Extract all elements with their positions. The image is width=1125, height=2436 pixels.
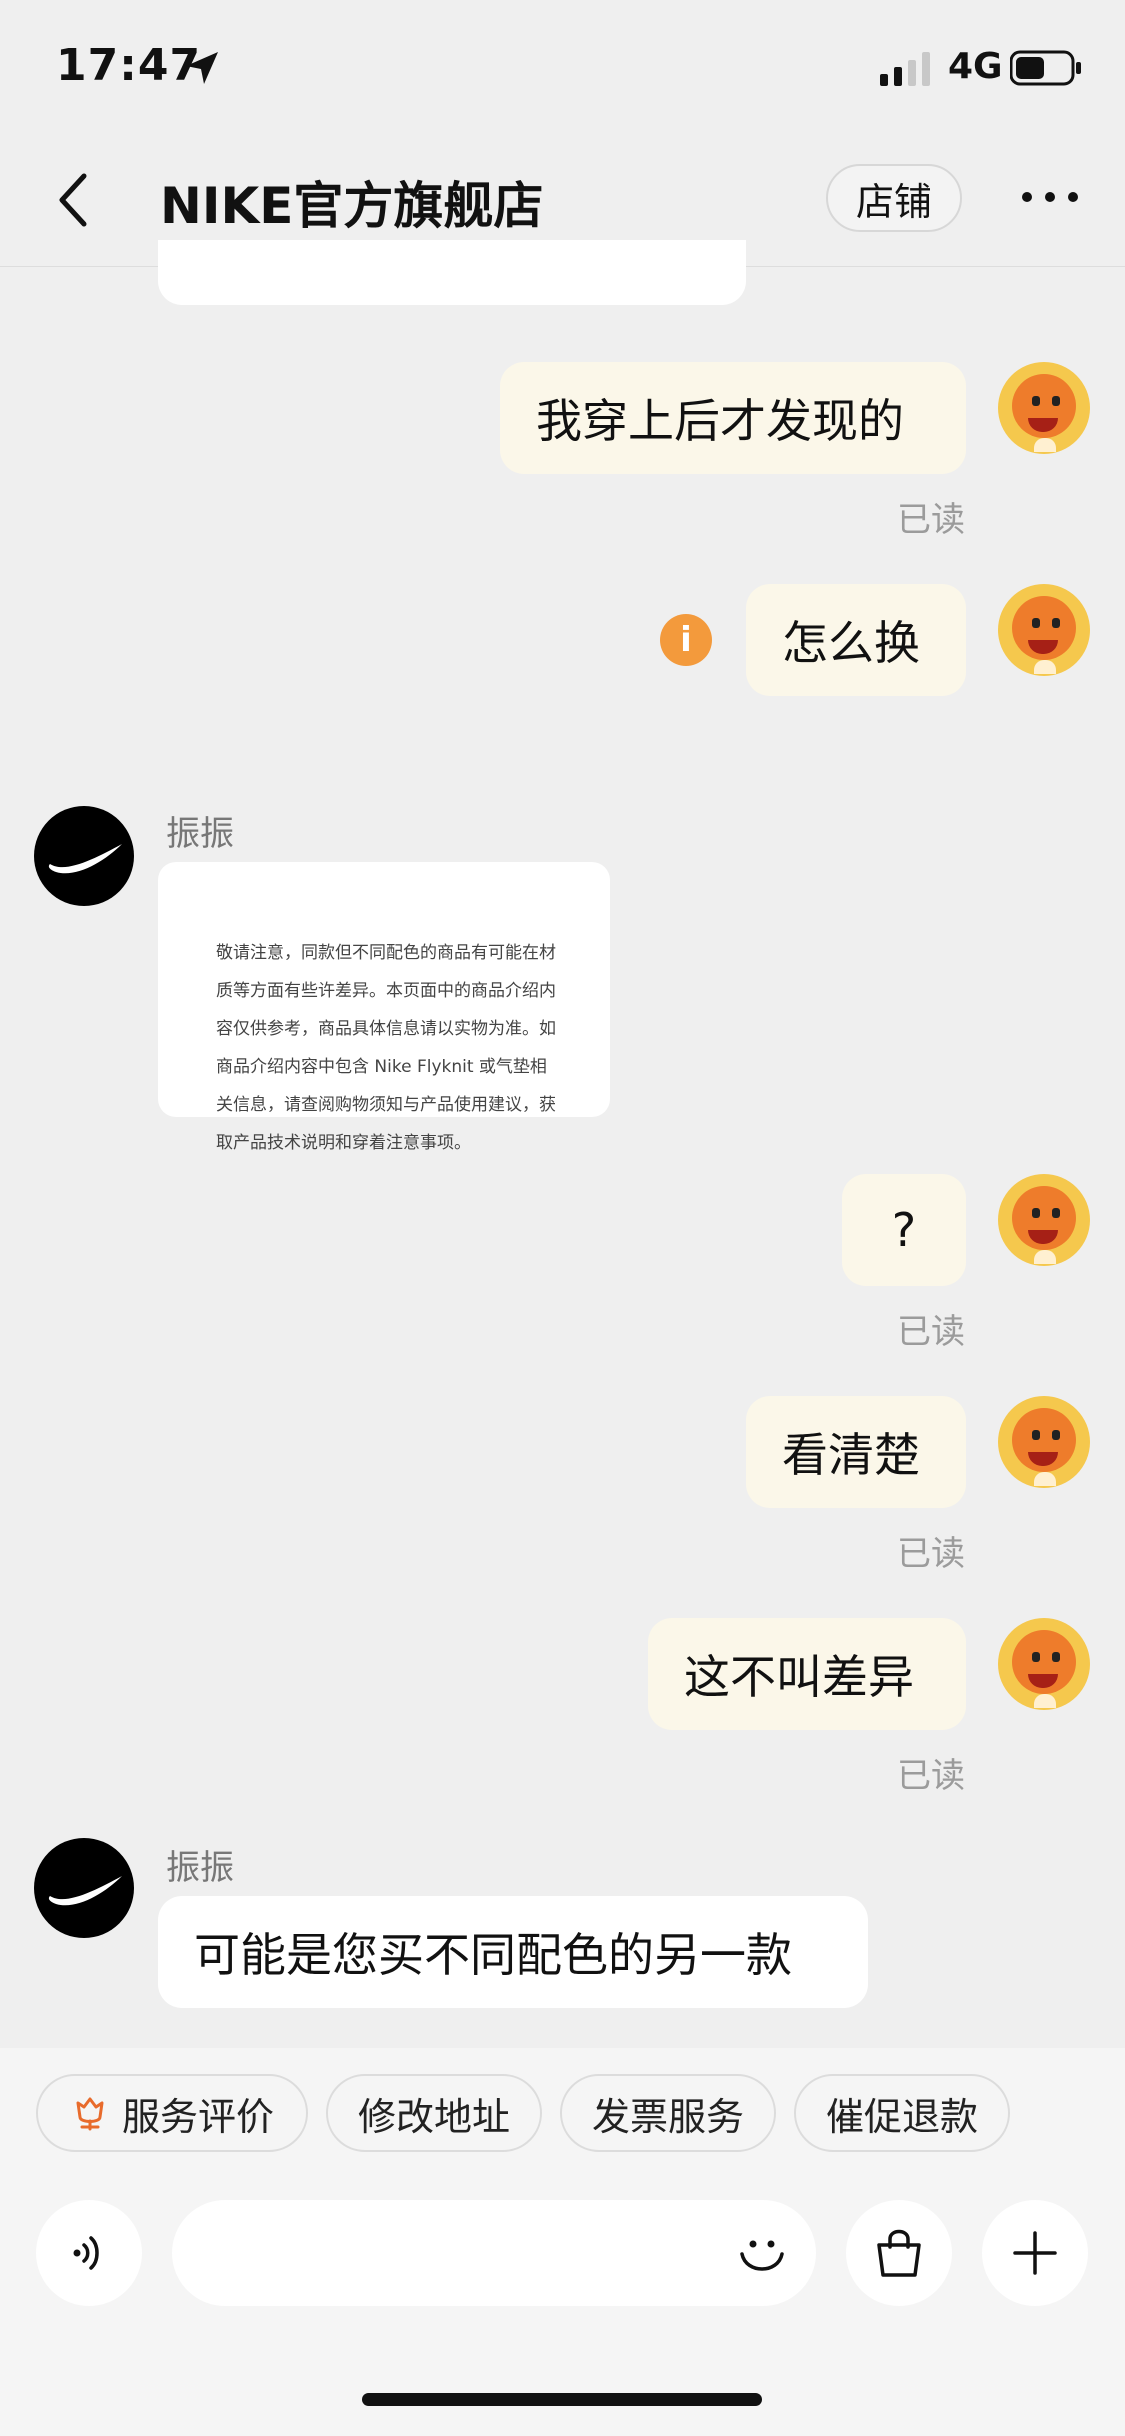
signal-icon: [880, 52, 930, 86]
message-text: 可能是您买不同配色的另一款: [194, 1928, 792, 1982]
read-status: 已读: [897, 1312, 965, 1352]
chip-change-address[interactable]: 修改地址: [326, 2074, 542, 2152]
shop-button[interactable]: 店铺: [826, 164, 962, 232]
shop-agent-name: 振振: [166, 1848, 234, 1888]
message-bubble: 可能是您买不同配色的另一款: [158, 1896, 868, 2008]
add-button[interactable]: [982, 2200, 1088, 2306]
user-avatar[interactable]: [998, 584, 1090, 676]
shopping-bag-icon: [877, 2229, 921, 2277]
battery-icon: [1010, 50, 1081, 86]
chip-label: 服务评价: [121, 2094, 274, 2139]
message-bubble-partial: [158, 240, 746, 305]
chip-invoice-service[interactable]: 发票服务: [560, 2074, 776, 2152]
back-icon[interactable]: [52, 170, 96, 230]
message-text: 我穿上后才发现的: [536, 394, 904, 448]
shop-agent-name: 振振: [166, 814, 234, 854]
nike-logo-icon: [48, 844, 123, 874]
user-avatar[interactable]: [998, 1396, 1090, 1488]
shop-avatar[interactable]: [34, 1838, 134, 1938]
shop-avatar[interactable]: [34, 806, 134, 906]
message-image[interactable]: 敬请注意，同款但不同配色的商品有可能在材质等方面有些许差异。本页面中的商品介绍内…: [158, 862, 610, 1153]
message-input[interactable]: [172, 2200, 816, 2306]
product-button[interactable]: [846, 2200, 952, 2306]
read-status: 已读: [897, 500, 965, 540]
read-status: 已读: [897, 1756, 965, 1796]
user-avatar[interactable]: [998, 1618, 1090, 1710]
message-text: 这不叫差异: [684, 1650, 914, 1704]
page-title: NIKE官方旗舰店: [160, 177, 544, 235]
message-bubble: 怎么换: [746, 584, 966, 696]
flower-icon: [76, 2097, 104, 2131]
read-status: 已读: [897, 1534, 965, 1574]
emoji-icon[interactable]: [734, 2226, 790, 2282]
message-text: ?: [891, 1203, 917, 1257]
more-icon[interactable]: [1020, 190, 1080, 204]
message-bubble: 我穿上后才发现的: [500, 362, 966, 474]
home-indicator: [362, 2393, 762, 2406]
user-avatar[interactable]: [998, 362, 1090, 454]
message-bubble: 看清楚: [746, 1396, 966, 1508]
status-time: 17:47: [56, 40, 202, 91]
chip-label: 发票服务: [591, 2094, 744, 2139]
image-notice-text: 敬请注意，同款但不同配色的商品有可能在材质等方面有些许差异。本页面中的商品介绍内…: [216, 943, 556, 1153]
chip-service-rating[interactable]: 服务评价: [36, 2074, 308, 2152]
message-text: 怎么换: [782, 616, 920, 670]
chip-label: 修改地址: [357, 2094, 510, 2139]
plus-icon: [1013, 2231, 1057, 2275]
message-text: 看清楚: [782, 1428, 920, 1482]
info-icon[interactable]: i: [660, 614, 712, 666]
chip-label: 催促退款: [825, 2094, 978, 2139]
message-bubble: 这不叫差异: [648, 1618, 966, 1730]
location-arrow-icon: [186, 52, 218, 84]
voice-button[interactable]: [36, 2200, 142, 2306]
chip-urge-refund[interactable]: 催促退款: [794, 2074, 1010, 2152]
voice-icon: [73, 2236, 99, 2270]
nike-logo-icon: [48, 1876, 123, 1906]
message-bubble: ?: [842, 1174, 966, 1286]
network-label: 4G: [948, 46, 1003, 87]
user-avatar[interactable]: [998, 1174, 1090, 1266]
